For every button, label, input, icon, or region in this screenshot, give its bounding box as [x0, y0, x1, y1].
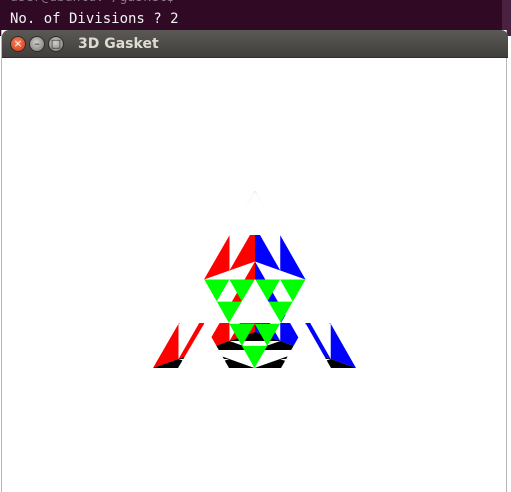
- close-icon[interactable]: ×: [10, 36, 26, 52]
- window-title: 3D Gasket: [78, 36, 159, 52]
- terminal-prompt: No. of Divisions ? 2: [10, 11, 179, 27]
- maximize-icon[interactable]: □: [48, 36, 64, 52]
- opengl-canvas: [2, 58, 506, 492]
- window-titlebar[interactable]: × – □ 3D Gasket: [2, 30, 508, 58]
- gasket-window: × – □ 3D Gasket: [1, 30, 508, 492]
- gasket-gap-triangle: [229, 191, 281, 235]
- terminal-clipped-line: user@ubuntu:~/gasket$: [10, 0, 174, 5]
- sierpinski-gasket: [153, 191, 356, 368]
- screenshot-root: user@ubuntu:~/gasket$ No. of Divisions ?…: [0, 0, 511, 492]
- minimize-icon[interactable]: –: [29, 36, 45, 52]
- gasket-triangles: [153, 191, 356, 368]
